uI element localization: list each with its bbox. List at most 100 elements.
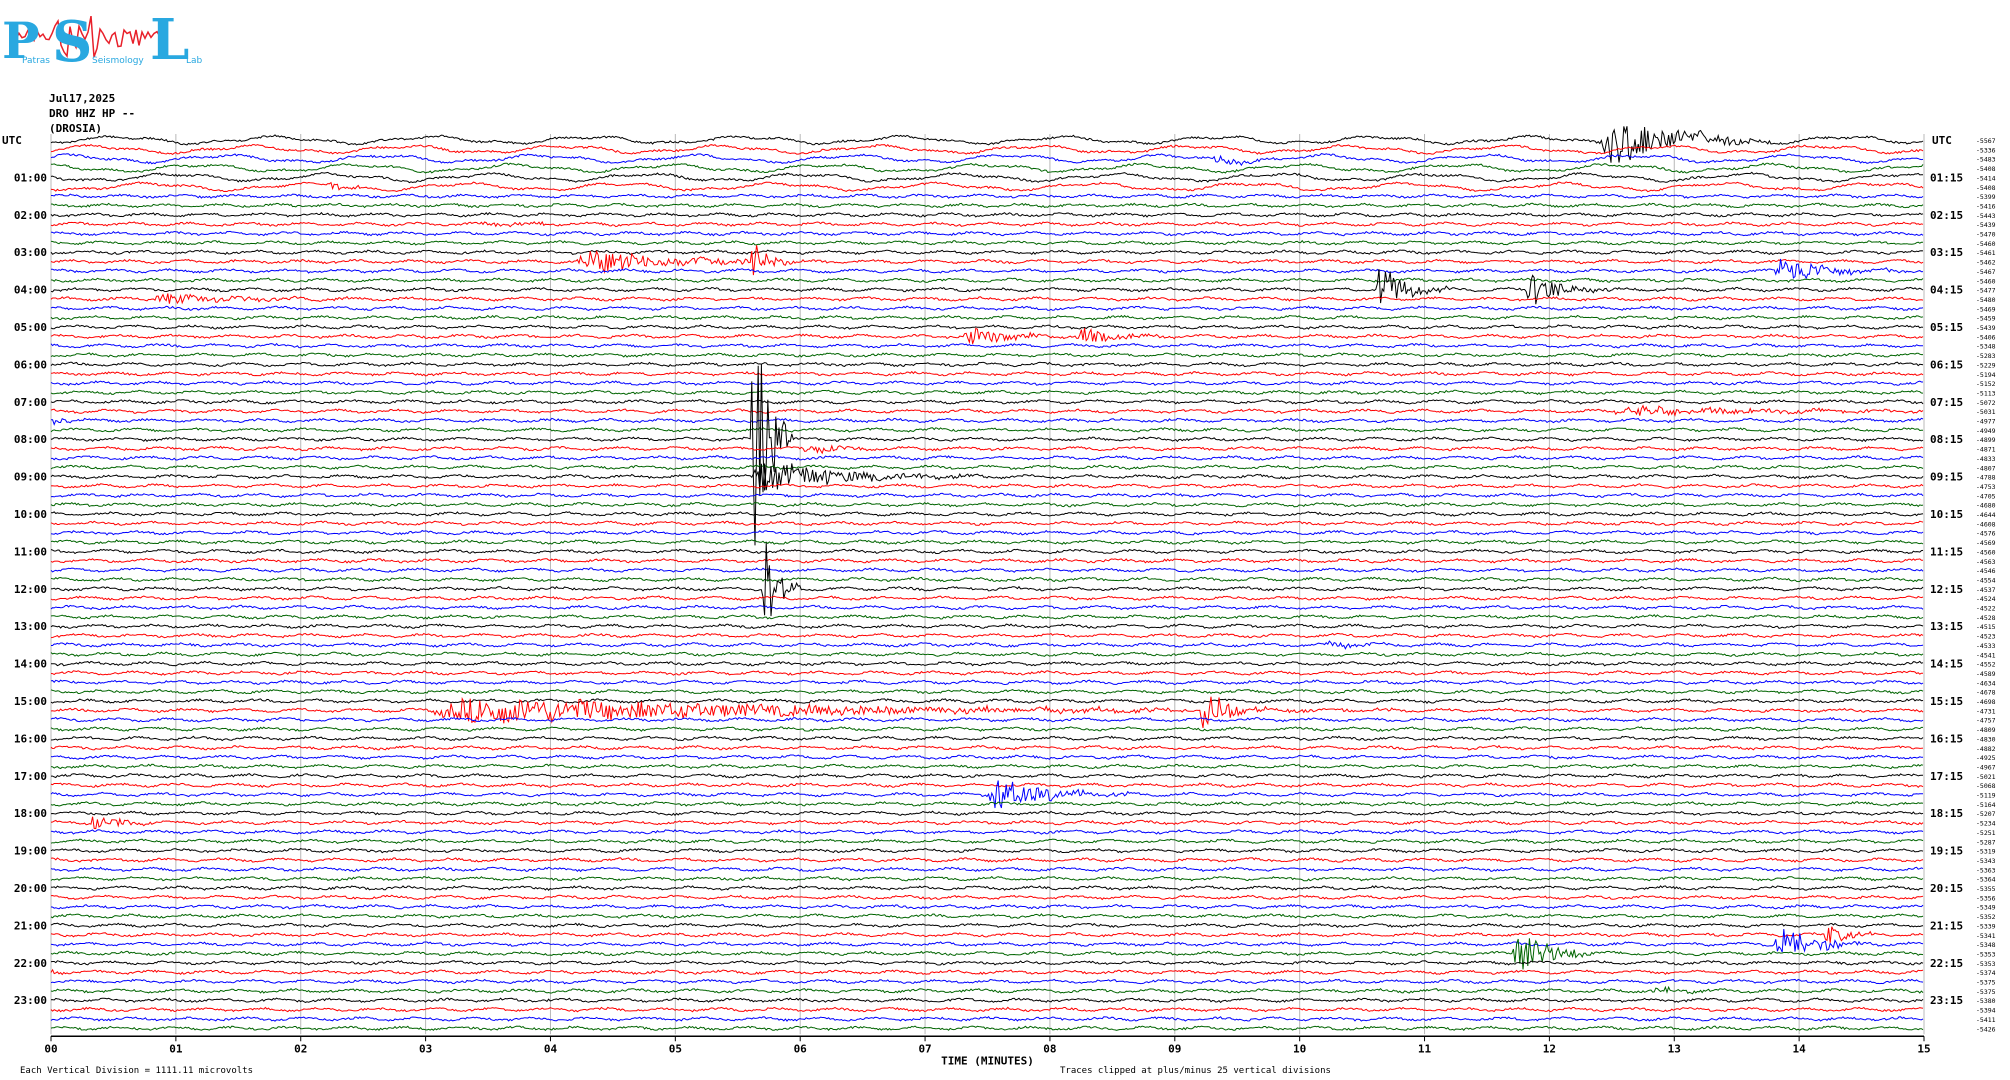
seismic-trace [50, 754, 1923, 760]
seismic-trace [50, 926, 1924, 943]
trace-offset-label: -4871 [1976, 446, 1996, 454]
trace-offset-label: -5353 [1976, 960, 1996, 968]
x-tick-label: 12 [1543, 1042, 1556, 1055]
trace-offset-label: -5439 [1976, 324, 1996, 332]
seismic-trace [50, 801, 1924, 807]
seismic-trace [50, 293, 1924, 305]
left-hour-label: 04:00 [14, 284, 47, 297]
trace-offset-label: -5021 [1976, 773, 1996, 781]
seismic-trace [50, 875, 1924, 882]
seismic-trace [50, 211, 1924, 218]
left-hour-label: 06:00 [14, 358, 47, 371]
trace-offset-label: -5477 [1976, 287, 1996, 295]
trace-offset-label: -5411 [1976, 1016, 1996, 1024]
seismic-trace [50, 866, 1924, 873]
right-axis-title: UTC [1932, 134, 1952, 147]
trace-offset-label: -4757 [1976, 717, 1996, 725]
left-hour-label: 16:00 [14, 732, 47, 745]
trace-offset-label: -4522 [1976, 605, 1996, 613]
right-hour-label: 19:15 [1930, 845, 1963, 858]
trace-offset-label: -4925 [1976, 754, 1996, 762]
x-tick-label: 10 [1293, 1042, 1306, 1055]
seismic-trace [50, 277, 1924, 284]
right-hour-label: 15:15 [1930, 695, 1963, 708]
seismic-trace [50, 249, 1924, 256]
right-hour-label: 02:15 [1930, 209, 1963, 222]
left-hour-label: 12:00 [14, 583, 47, 596]
seismic-trace [50, 352, 1923, 358]
trace-offset-label: -5375 [1976, 988, 1996, 996]
trace-offset-label: -4563 [1976, 558, 1996, 566]
trace-offset-label: -5355 [1976, 885, 1996, 893]
header-station: DRO HHZ HP -- [49, 107, 136, 120]
logo-letter-s: S [52, 9, 93, 75]
left-hour-label: 08:00 [14, 433, 47, 446]
seismic-trace [50, 968, 1924, 976]
seismic-trace [50, 651, 1924, 658]
seismic-trace [51, 640, 1924, 650]
trace-offset-label: -4788 [1976, 474, 1996, 482]
seismic-trace [50, 959, 1924, 966]
right-hour-label: 09:15 [1930, 471, 1963, 484]
left-hour-label: 05:00 [14, 321, 47, 334]
trace-offset-label: -4882 [1976, 745, 1996, 753]
trace-offset-label: -4731 [1976, 707, 1996, 715]
trace-offset-label: -5460 [1976, 277, 1996, 285]
left-hour-label: 20:00 [14, 882, 47, 895]
trace-offset-label: -5251 [1976, 829, 1996, 837]
seismic-trace [50, 810, 1924, 817]
trace-offset-label: -4554 [1976, 576, 1996, 584]
x-axis-title: TIME (MINUTES) [941, 1054, 1034, 1067]
x-tick-label: 09 [1168, 1042, 1181, 1055]
right-hour-label: 05:15 [1930, 321, 1963, 334]
seismic-trace [50, 928, 1924, 953]
x-tick-label: 15 [1917, 1042, 1930, 1055]
trace-offset-label: -5375 [1976, 979, 1996, 987]
trace-offset-label: -5339 [1976, 922, 1996, 930]
trace-offset-label: -5406 [1976, 333, 1996, 341]
trace-offset-label: -4533 [1976, 642, 1996, 650]
trace-offset-label: -4537 [1976, 586, 1996, 594]
seismic-trace [50, 342, 1924, 349]
left-hour-label: 21:00 [14, 919, 47, 932]
trace-offset-label: -5348 [1976, 343, 1996, 351]
seismic-trace [50, 595, 1924, 602]
right-hour-label: 11:15 [1930, 545, 1963, 558]
left-hour-label: 19:00 [14, 845, 47, 858]
seismic-trace [50, 857, 1924, 863]
seismic-trace [50, 688, 1924, 695]
x-tick-label: 07 [918, 1042, 931, 1055]
seismic-trace [50, 922, 1924, 929]
trace-offset-label: -5443 [1976, 212, 1996, 220]
right-time-labels: UTC 01:15 02:15 03:15 04:15 05:15 06:15 07:15 08… [1930, 134, 1963, 1007]
trace-offset-label: -5283 [1976, 352, 1996, 360]
trace-offset-label: -5408 [1976, 165, 1996, 173]
footer-clip-note: Traces clipped at plus/minus 25 vertical… [1060, 1066, 1331, 1076]
seismic-trace [51, 773, 1924, 779]
seismic-trace [50, 181, 1924, 193]
trace-offset-label: -4608 [1976, 520, 1996, 528]
trace-offset-label: -5416 [1976, 202, 1996, 210]
trace-offset-label: -5229 [1976, 361, 1996, 369]
right-hour-label: 18:15 [1930, 807, 1963, 820]
seismic-trace [50, 314, 1924, 321]
trace-offset-label: -4949 [1976, 427, 1996, 435]
seismic-trace [50, 324, 1924, 330]
left-hour-label: 23:00 [14, 994, 47, 1007]
right-hour-label: 16:15 [1930, 732, 1963, 745]
seismic-trace [50, 520, 1924, 527]
trace-offset-label: -5461 [1976, 249, 1996, 257]
seismic-trace [50, 763, 1924, 770]
trace-offset-label: -5394 [1976, 1007, 1996, 1015]
trace-offset-label: -5341 [1976, 932, 1996, 940]
trace-offset-label: -5353 [1976, 950, 1996, 958]
right-hour-label: 22:15 [1930, 957, 1963, 970]
trace-offset-label: -5374 [1976, 969, 1996, 977]
right-hour-label: 23:15 [1930, 994, 1963, 1007]
x-tick-label: 02 [294, 1042, 307, 1055]
right-hour-label: 07:15 [1930, 396, 1963, 409]
seismic-trace [50, 1015, 1924, 1022]
x-tick-label: 08 [1043, 1042, 1056, 1055]
seismic-trace [50, 427, 1923, 433]
seismic-trace [50, 997, 1924, 1004]
